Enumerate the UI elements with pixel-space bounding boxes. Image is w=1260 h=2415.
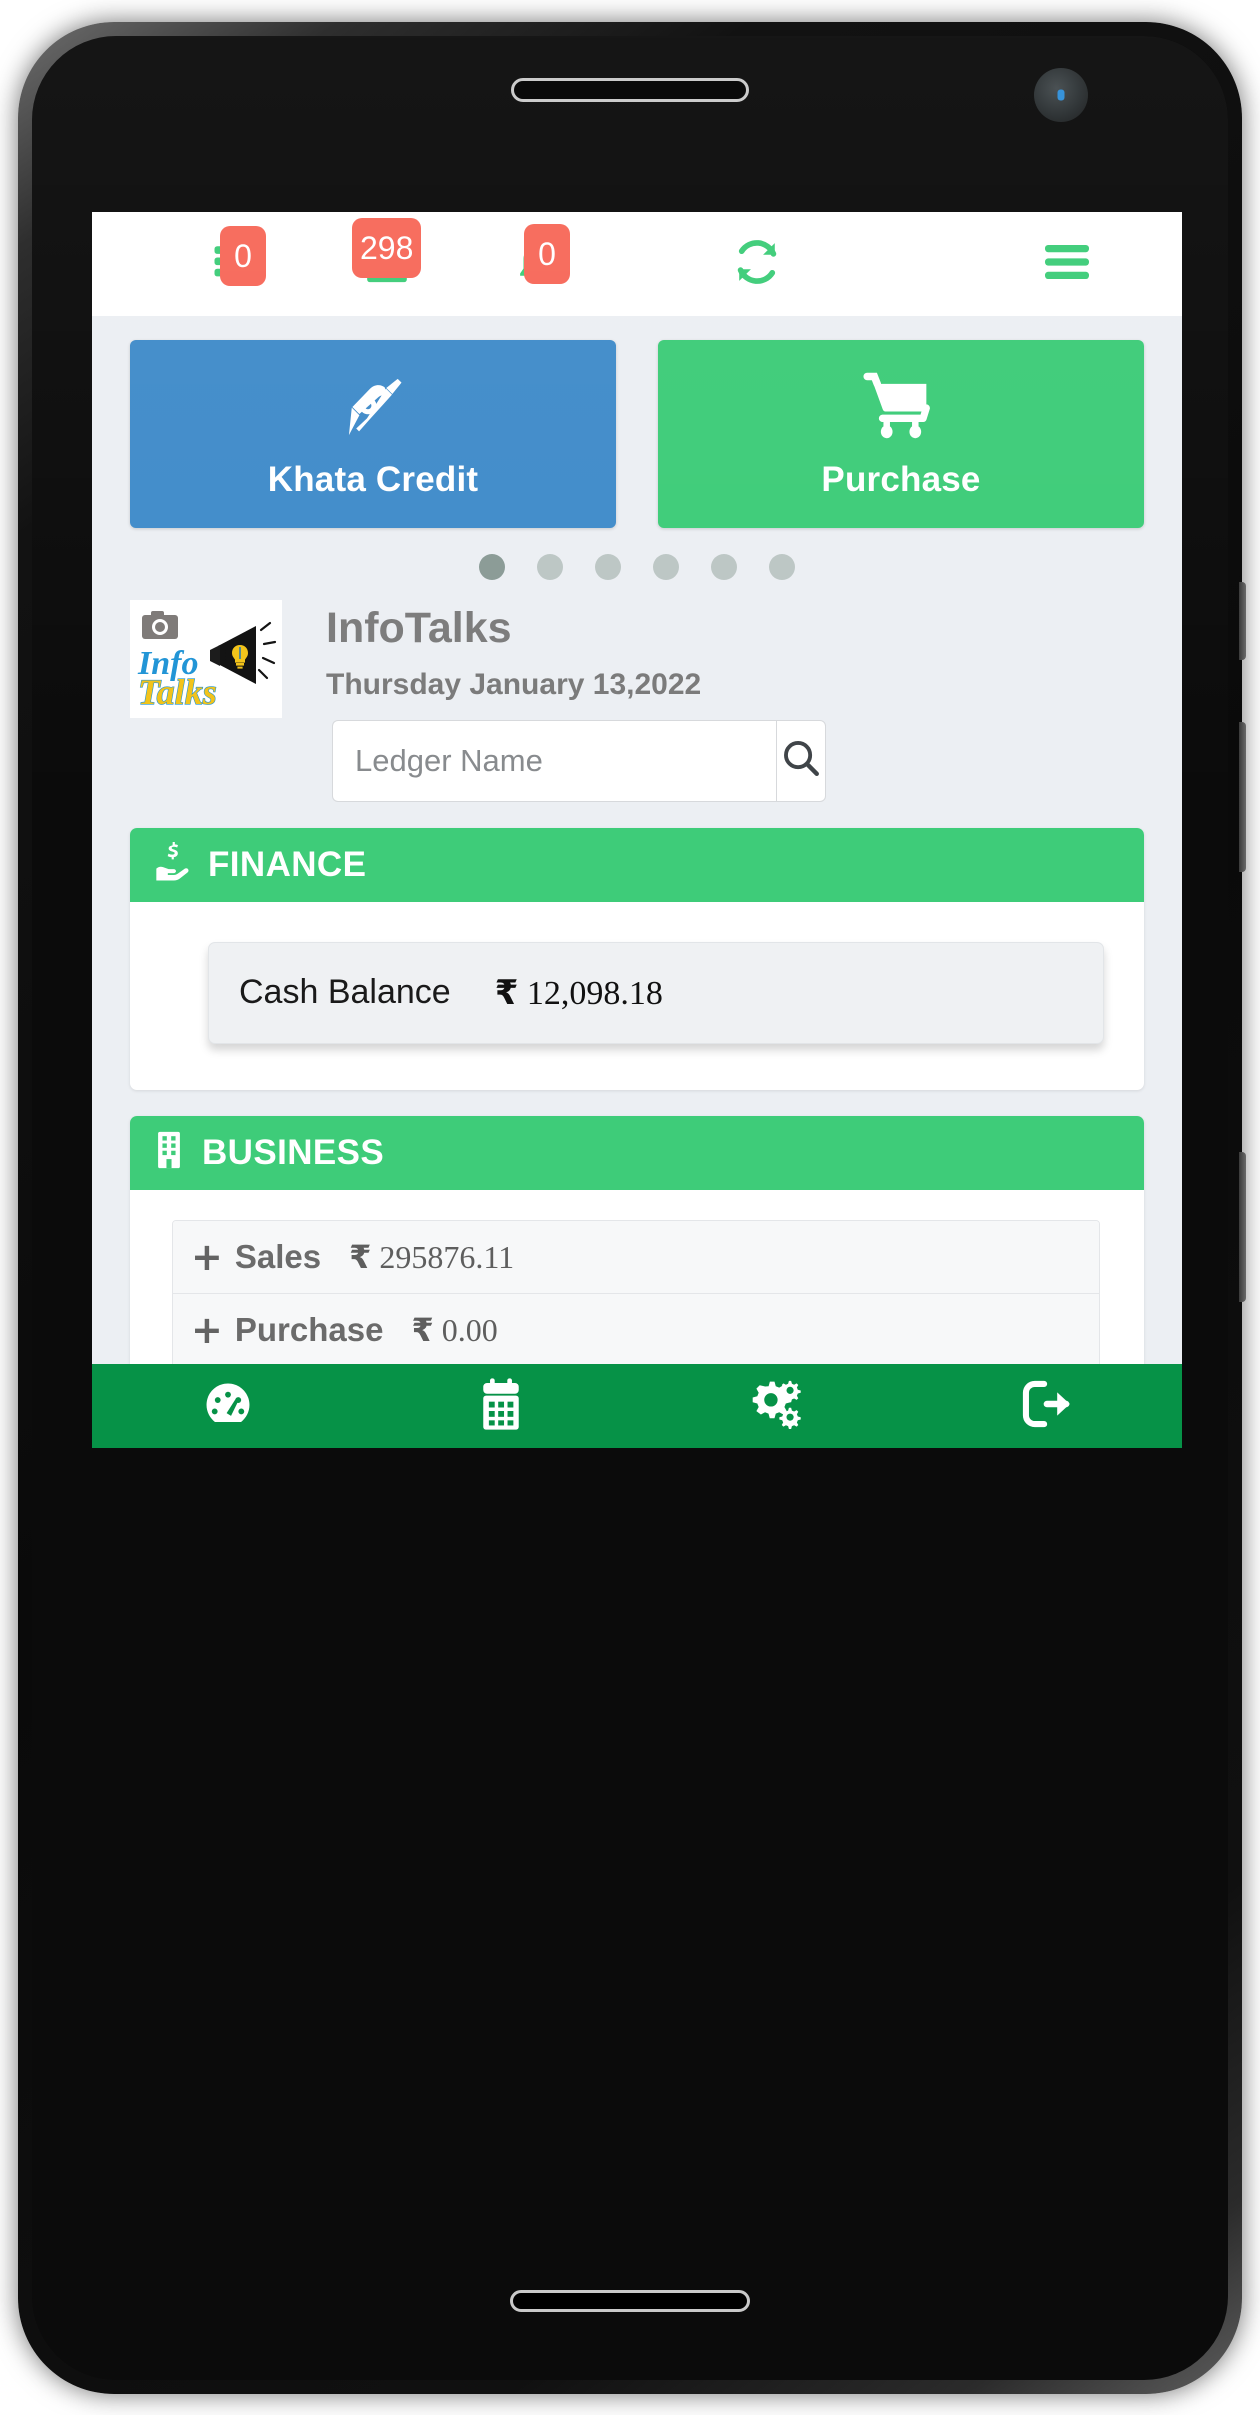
alerts-badge: 0 bbox=[524, 224, 570, 284]
ledger-button[interactable]: 0 bbox=[162, 212, 312, 316]
hand-holding-dollar-icon bbox=[152, 842, 192, 887]
quick-actions-carousel: Khata Credit Purchase bbox=[92, 316, 1182, 528]
finance-panel-title: FINANCE bbox=[208, 844, 367, 884]
expand-icon[interactable]: + bbox=[191, 1311, 223, 1349]
device-screen: 0 298 0 Khata Credit Purchase Info Talks… bbox=[92, 212, 1182, 1448]
side-button-power[interactable] bbox=[1239, 582, 1246, 660]
search-icon bbox=[779, 736, 823, 785]
nav-settings[interactable] bbox=[637, 1364, 910, 1448]
camera-led-dot bbox=[1057, 89, 1065, 101]
scroll-content: Khata Credit Purchase Info Talks InfoTal… bbox=[92, 316, 1182, 1448]
side-button-volume-down[interactable] bbox=[1239, 1152, 1246, 1302]
bills-badge: 298 bbox=[352, 218, 422, 278]
bottom-navigation bbox=[92, 1364, 1182, 1448]
logout-icon bbox=[1018, 1377, 1074, 1436]
finance-panel-header[interactable]: FINANCE bbox=[130, 827, 1144, 902]
calendar-icon bbox=[475, 1376, 527, 1437]
cash-balance-label: Cash Balance bbox=[239, 973, 451, 1012]
app-bar: 0 298 0 bbox=[92, 212, 1182, 316]
carousel-dot-5[interactable] bbox=[711, 554, 737, 580]
current-date: Thursday January 13,2022 bbox=[326, 667, 702, 701]
nav-logout[interactable] bbox=[910, 1364, 1183, 1448]
carousel-dot-6[interactable] bbox=[769, 554, 795, 580]
carousel-dot-2[interactable] bbox=[537, 554, 563, 580]
speedometer-icon bbox=[200, 1376, 256, 1437]
cash-balance-tile[interactable]: Cash Balance ₹ 12,098.18 bbox=[208, 941, 1104, 1044]
rupee-symbol: ₹ bbox=[349, 1237, 372, 1276]
row-amount: 295876.11 bbox=[379, 1238, 515, 1275]
row-label: Purchase bbox=[234, 1310, 384, 1348]
company-identity: Info Talks InfoTalks Thursday January 13… bbox=[92, 590, 1182, 802]
row-value: ₹ 0.00 bbox=[411, 1311, 497, 1349]
cash-balance-amount: 12,098.18 bbox=[526, 974, 663, 1012]
camera-icon bbox=[142, 611, 178, 639]
phone-frame: 0 298 0 Khata Credit Purchase Info Talks… bbox=[18, 22, 1246, 2394]
cash-balance-value: ₹ 12,098.18 bbox=[495, 973, 663, 1013]
carousel-indicator bbox=[92, 528, 1182, 590]
table-row[interactable]: + Purchase ₹ 0.00 bbox=[173, 1293, 1099, 1367]
alerts-button[interactable]: 0 bbox=[462, 212, 612, 316]
front-camera bbox=[1034, 68, 1088, 122]
business-panel-header[interactable]: BUSINESS bbox=[130, 1115, 1144, 1190]
finance-panel: FINANCE Cash Balance ₹ 12,098.18 bbox=[130, 827, 1144, 1090]
earpiece-speaker bbox=[511, 78, 749, 102]
ledger-search bbox=[332, 719, 826, 802]
refresh-button[interactable] bbox=[682, 212, 832, 316]
search-input[interactable] bbox=[332, 719, 776, 802]
gears-icon bbox=[743, 1376, 803, 1437]
carousel-dot-4[interactable] bbox=[653, 554, 679, 580]
purchase-label: Purchase bbox=[821, 460, 981, 499]
menu-button[interactable] bbox=[992, 212, 1142, 316]
pen-nib-icon bbox=[335, 368, 411, 446]
row-amount: 0.00 bbox=[441, 1311, 498, 1348]
nav-dashboard[interactable] bbox=[92, 1364, 365, 1448]
ledger-badge: 0 bbox=[220, 226, 266, 286]
side-button-volume-up[interactable] bbox=[1239, 722, 1246, 872]
shopping-cart-icon bbox=[862, 368, 940, 446]
table-row[interactable]: + Sales ₹ 295876.11 bbox=[173, 1220, 1099, 1294]
business-panel-title: BUSINESS bbox=[202, 1132, 385, 1172]
phone-body: 0 298 0 Khata Credit Purchase Info Talks… bbox=[32, 36, 1228, 2380]
carousel-dot-3[interactable] bbox=[595, 554, 621, 580]
rupee-symbol: ₹ bbox=[411, 1310, 434, 1349]
building-icon bbox=[152, 1130, 186, 1175]
svg-text:Talks: Talks bbox=[138, 672, 217, 712]
company-name: InfoTalks bbox=[326, 604, 512, 652]
refresh-icon bbox=[730, 235, 784, 294]
hamburger-menu-icon bbox=[1042, 242, 1092, 287]
nav-calendar[interactable] bbox=[365, 1364, 638, 1448]
khata-credit-label: Khata Credit bbox=[267, 460, 479, 499]
row-value: ₹ 295876.11 bbox=[349, 1238, 514, 1276]
finance-panel-body: Cash Balance ₹ 12,098.18 bbox=[130, 902, 1144, 1090]
search-button[interactable] bbox=[776, 719, 826, 802]
home-indicator bbox=[510, 2290, 750, 2312]
purchase-card[interactable]: Purchase bbox=[658, 340, 1144, 528]
company-logo[interactable]: Info Talks bbox=[130, 600, 282, 718]
carousel-dot-1[interactable] bbox=[479, 554, 505, 580]
identity-text-block: InfoTalks Thursday January 13,2022 bbox=[326, 600, 1144, 802]
rupee-symbol: ₹ bbox=[494, 972, 519, 1013]
khata-credit-card[interactable]: Khata Credit bbox=[130, 340, 616, 528]
row-label: Sales bbox=[234, 1237, 322, 1275]
expand-icon[interactable]: + bbox=[191, 1238, 223, 1276]
bills-button[interactable]: 298 bbox=[312, 212, 462, 316]
